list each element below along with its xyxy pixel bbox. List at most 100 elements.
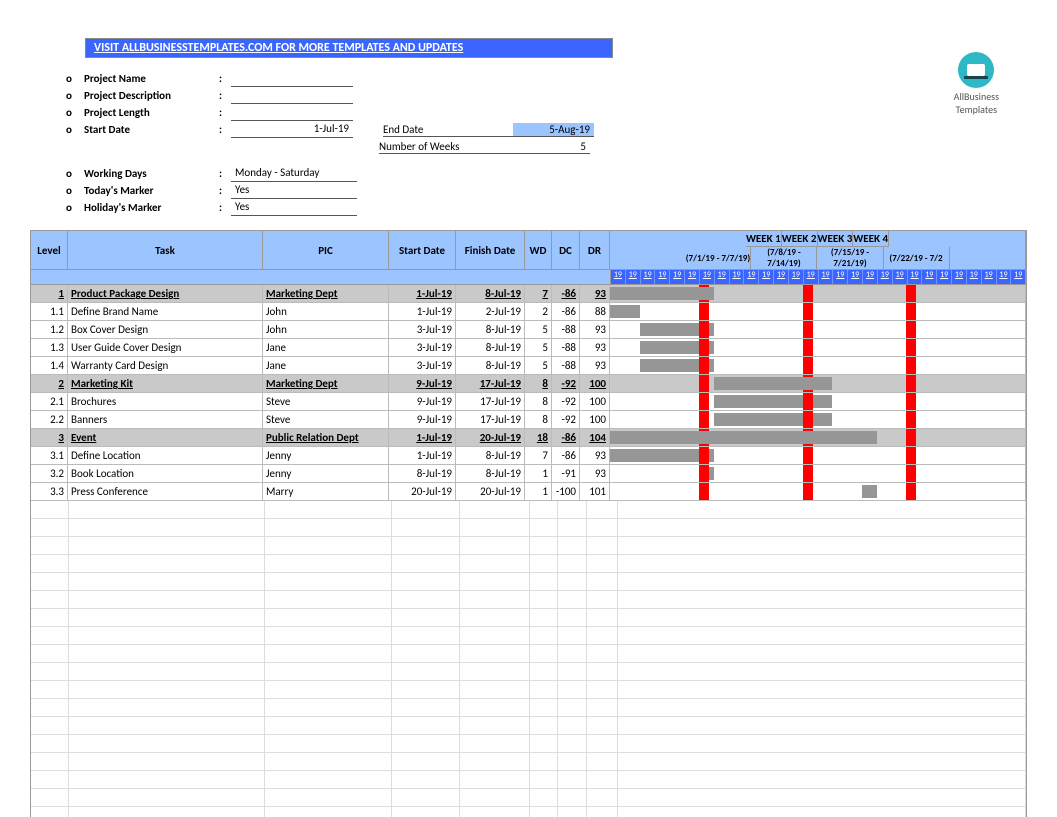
empty-row[interactable] <box>31 645 1026 663</box>
meta-value[interactable] <box>231 104 353 121</box>
task-row[interactable]: 3.1Define LocationJenny1-Jul-198-Jul-197… <box>31 447 1026 465</box>
task-row[interactable]: 2.2BannersSteve9-Jul-1917-Jul-198-92100 <box>31 411 1026 429</box>
empty-row[interactable] <box>31 771 1026 789</box>
empty-row[interactable] <box>31 789 1026 807</box>
task-row[interactable]: 3EventPublic Relation Dept1-Jul-1920-Jul… <box>31 429 1026 447</box>
empty-row[interactable] <box>31 627 1026 645</box>
banner: VISIT ALLBUSINESSTEMPLATES.COM FOR MORE … <box>85 38 613 58</box>
empty-row[interactable] <box>31 663 1026 681</box>
marker <box>906 285 916 302</box>
cell-wd: 5 <box>525 357 552 374</box>
cell-finish: 8-Jul-19 <box>456 339 525 356</box>
cell-dr: 93 <box>580 357 610 374</box>
task-row[interactable]: 3.2Book LocationJenny8-Jul-198-Jul-191-9… <box>31 465 1026 483</box>
cell-level: 2.2 <box>31 411 68 428</box>
cell-start: 9-Jul-19 <box>389 393 456 410</box>
day-cell: 19 <box>878 270 893 284</box>
meta-value[interactable]: Yes <box>231 182 357 199</box>
cell-start: 9-Jul-19 <box>389 375 456 392</box>
marker <box>803 339 813 356</box>
cell-pic: Jane <box>263 357 389 374</box>
meta-value[interactable]: 1-Jul-19 <box>231 121 353 138</box>
marker <box>699 357 709 374</box>
empty-row[interactable] <box>31 501 1026 519</box>
task-row[interactable]: 1.4Warranty Card DesignJane3-Jul-198-Jul… <box>31 357 1026 375</box>
cell-task: Define Brand Name <box>68 303 263 320</box>
meta-value[interactable] <box>231 87 353 104</box>
task-row[interactable]: 2.1BrochuresSteve9-Jul-1917-Jul-198-9210… <box>31 393 1026 411</box>
empty-row[interactable] <box>31 699 1026 717</box>
marker <box>699 447 709 464</box>
empty-row[interactable] <box>31 807 1026 817</box>
day-cell: 19 <box>641 270 656 284</box>
cell-start: 1-Jul-19 <box>389 303 456 320</box>
task-row[interactable]: 1.3User Guide Cover DesignJane3-Jul-198-… <box>31 339 1026 357</box>
marker <box>699 321 709 338</box>
marker <box>803 483 813 500</box>
week-title: WEEK 2 <box>782 231 818 246</box>
meta-value[interactable] <box>231 70 353 87</box>
empty-row[interactable] <box>31 681 1026 699</box>
empty-row[interactable] <box>31 573 1026 591</box>
cell-finish: 2-Jul-19 <box>456 303 525 320</box>
task-row[interactable]: 1.2Box Cover DesignJohn3-Jul-198-Jul-195… <box>31 321 1026 339</box>
week-range: (7/22/19 - 7/2 <box>884 247 950 269</box>
cell-finish: 20-Jul-19 <box>456 483 525 500</box>
cell-start: 3-Jul-19 <box>389 339 456 356</box>
empty-row[interactable] <box>31 591 1026 609</box>
marker <box>906 357 916 374</box>
cell-task: Event <box>68 429 263 446</box>
day-cell: 19 <box>967 270 982 284</box>
marker <box>699 339 709 356</box>
header-row: Level Task PIC Start Date Finish Date WD… <box>31 231 1026 270</box>
banner-link[interactable]: VISIT ALLBUSINESSTEMPLATES.COM FOR MORE … <box>94 41 463 55</box>
cell-dc: -88 <box>552 357 580 374</box>
cell-wd: 8 <box>525 375 552 392</box>
meta-extra-value[interactable]: 5-Aug-19 <box>513 123 594 137</box>
task-row[interactable]: 1Product Package DesignMarketing Dept1-J… <box>31 285 1026 303</box>
cell-level: 1.3 <box>31 339 68 356</box>
day-cell: 19 <box>655 270 670 284</box>
meta-label: Project Name <box>84 72 219 85</box>
task-row[interactable]: 2Marketing KitMarketing Dept9-Jul-1917-J… <box>31 375 1026 393</box>
cell-dr: 100 <box>580 375 610 392</box>
cell-dr: 100 <box>580 393 610 410</box>
cell-dc: -86 <box>552 303 580 320</box>
empty-row[interactable] <box>31 609 1026 627</box>
cell-dr: 101 <box>580 483 610 500</box>
empty-row[interactable] <box>31 753 1026 771</box>
empty-row[interactable] <box>31 555 1026 573</box>
cell-level: 3.3 <box>31 483 68 500</box>
empty-row[interactable] <box>31 735 1026 753</box>
cell-dc: -88 <box>552 321 580 338</box>
meta-extra-value[interactable]: 5 <box>509 140 590 154</box>
empty-row[interactable] <box>31 717 1026 735</box>
day-cell: 19 <box>626 270 641 284</box>
cell-wd: 7 <box>525 447 552 464</box>
gantt-bar <box>610 431 877 444</box>
logo-text-2: Templates <box>954 103 999 116</box>
meta-value[interactable]: Monday - Saturday <box>231 165 357 182</box>
day-cell: 19 <box>700 270 715 284</box>
meta-value[interactable]: Yes <box>231 199 357 216</box>
empty-row[interactable] <box>31 537 1026 555</box>
task-row[interactable]: 3.3Press ConferenceMarry20-Jul-1920-Jul-… <box>31 483 1026 501</box>
cell-pic: Marry <box>263 483 389 500</box>
cell-finish: 8-Jul-19 <box>456 285 525 302</box>
cell-dc: -86 <box>552 429 580 446</box>
cell-wd: 5 <box>525 321 552 338</box>
marker <box>906 339 916 356</box>
marker <box>906 375 916 392</box>
cell-pic: Steve <box>263 411 389 428</box>
gantt-sheet: Level Task PIC Start Date Finish Date WD… <box>30 230 1027 817</box>
day-cell: 19 <box>1011 270 1026 284</box>
cell-dc: -88 <box>552 339 580 356</box>
hdr-task: Task <box>68 231 263 269</box>
marker <box>803 393 813 410</box>
empty-row[interactable] <box>31 519 1026 537</box>
marker <box>906 393 916 410</box>
cell-finish: 8-Jul-19 <box>456 447 525 464</box>
task-row[interactable]: 1.1Define Brand NameJohn1-Jul-192-Jul-19… <box>31 303 1026 321</box>
marker <box>906 303 916 320</box>
cell-finish: 8-Jul-19 <box>456 357 525 374</box>
